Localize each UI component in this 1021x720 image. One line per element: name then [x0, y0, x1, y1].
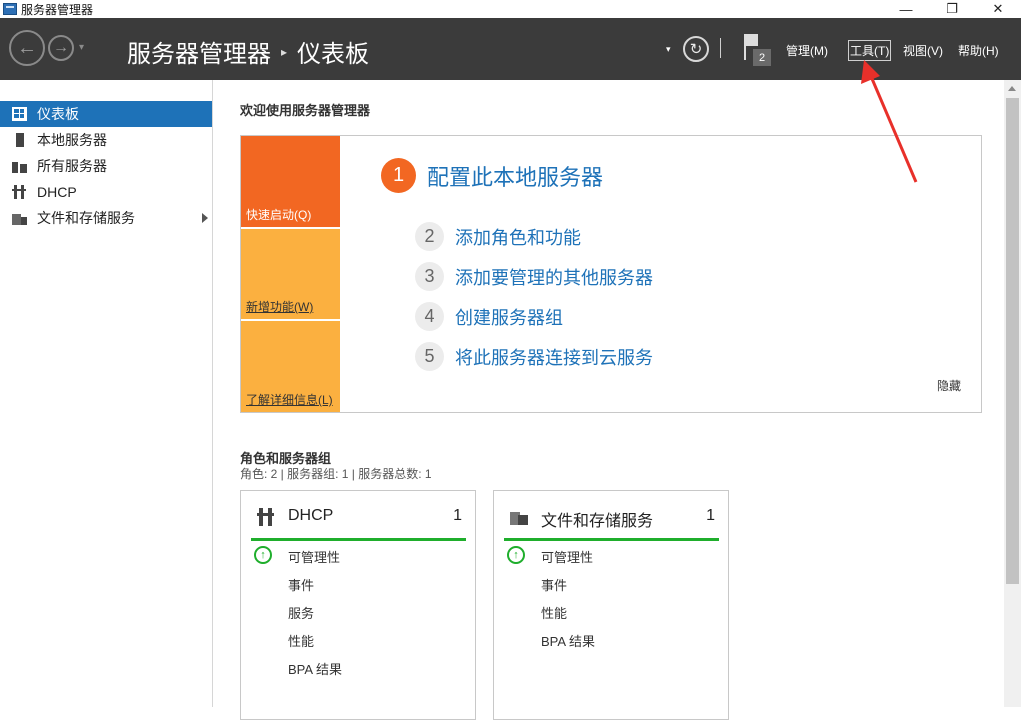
scroll-up-arrow-icon[interactable] [1008, 86, 1016, 91]
sidebar-item-label: 文件和存储服务 [37, 210, 135, 226]
breadcrumb: 服务器管理器 ▸ 仪表板 [127, 34, 369, 69]
annotation-arrow-icon [861, 60, 918, 183]
files-icon [510, 512, 528, 525]
tile-learn-more[interactable]: 了解详细信息(L) [241, 321, 340, 412]
refresh-icon: ↻ [689, 41, 703, 58]
role-card-dhcp[interactable]: DHCP 1 ↑ 可管理性 事件 服务 性能 BPA 结果 [240, 490, 476, 720]
sidebar-item-dhcp[interactable]: DHCP [0, 179, 212, 205]
menu-manage[interactable]: 管理(M) [786, 42, 828, 59]
sidebar-item-file-storage[interactable]: 文件和存储服务 [0, 205, 212, 231]
step-add-servers[interactable]: 3 添加要管理的其他服务器 [415, 262, 653, 291]
roles-summary: 角色: 2 | 服务器组: 1 | 服务器总数: 1 [240, 467, 432, 481]
sidebar-item-label: 仪表板 [37, 106, 79, 122]
card-row-events[interactable]: 事件 [288, 575, 314, 594]
step-number: 4 [415, 302, 444, 331]
step-link[interactable]: 将此服务器连接到云服务 [455, 344, 653, 370]
back-button[interactable]: ← [9, 30, 45, 66]
card-row-services[interactable]: 服务 [288, 603, 314, 622]
tile-label: 了解详细信息(L) [246, 393, 333, 407]
step-link[interactable]: 添加角色和功能 [455, 224, 581, 250]
step-connect-cloud[interactable]: 5 将此服务器连接到云服务 [415, 342, 653, 371]
window-controls: — ❐ ✕ [883, 0, 1021, 18]
header-separator [720, 38, 721, 58]
card-title: 文件和存储服务 [541, 513, 654, 530]
tile-label: 快速启动(Q) [246, 208, 312, 222]
expand-chevron-icon[interactable] [202, 213, 208, 223]
close-button[interactable]: ✕ [975, 0, 1021, 18]
tile-whats-new[interactable]: 新增功能(W) [241, 229, 340, 319]
sidebar-item-local-server[interactable]: 本地服务器 [0, 127, 212, 153]
hide-link[interactable]: 隐藏 [937, 377, 961, 394]
card-header[interactable]: DHCP 1 [251, 503, 466, 541]
breadcrumb-current: 仪表板 [297, 41, 370, 68]
servers-icon [12, 159, 27, 173]
card-row-events[interactable]: 事件 [541, 575, 567, 594]
menu-view[interactable]: 视图(V) [903, 42, 943, 59]
step-add-roles[interactable]: 2 添加角色和功能 [415, 222, 581, 251]
step-link[interactable]: 配置此本地服务器 [427, 160, 603, 192]
role-card-file-storage[interactable]: 文件和存储服务 1 ↑ 可管理性 事件 性能 BPA 结果 [493, 490, 729, 720]
chevron-down-icon[interactable]: ▾ [666, 44, 671, 55]
sidebar-item-dashboard[interactable]: 仪表板 [0, 101, 212, 127]
tile-label: 新增功能(W) [246, 300, 314, 314]
restore-button[interactable]: ❐ [929, 0, 975, 18]
sidebar-item-label: 本地服务器 [37, 132, 107, 148]
step-number: 2 [415, 222, 444, 251]
history-dropdown-icon[interactable]: ▾ [79, 42, 84, 53]
step-number: 1 [381, 158, 416, 193]
server-manager-app-icon [3, 3, 17, 15]
vertical-scrollbar[interactable] [1004, 80, 1021, 707]
card-row-bpa-results[interactable]: BPA 结果 [288, 659, 342, 678]
arrow-left-icon: ← [17, 36, 37, 59]
status-ok-icon: ↑ [507, 546, 525, 564]
step-link[interactable]: 创建服务器组 [455, 304, 563, 330]
menu-tools[interactable]: 工具(T) [847, 40, 892, 61]
card-row-performance[interactable]: 性能 [541, 603, 567, 622]
forward-button[interactable]: → [48, 35, 74, 61]
card-row-manageability[interactable]: 可管理性 [541, 547, 593, 566]
dhcp-icon [257, 508, 274, 526]
step-create-group[interactable]: 4 创建服务器组 [415, 302, 563, 331]
card-row-manageability[interactable]: 可管理性 [288, 547, 340, 566]
dhcp-icon [12, 185, 27, 199]
welcome-title: 欢迎使用服务器管理器 [240, 103, 371, 118]
status-ok-icon: ↑ [254, 546, 272, 564]
sidebar-item-label: 所有服务器 [37, 158, 107, 174]
tile-quick-start[interactable]: 快速启动(Q) [241, 136, 340, 227]
title-bar: 服务器管理器 — ❐ ✕ [0, 0, 1021, 18]
card-count: 1 [706, 507, 715, 524]
chevron-right-icon: ▸ [281, 44, 288, 59]
notification-count-badge: 2 [753, 49, 771, 66]
notifications-button[interactable]: 2 [741, 32, 771, 68]
scrollbar-thumb[interactable] [1006, 98, 1019, 584]
minimize-button[interactable]: — [883, 0, 929, 18]
dashboard-icon [12, 107, 27, 121]
server-icon [16, 133, 24, 147]
card-title: DHCP [288, 507, 334, 524]
menu-help[interactable]: 帮助(H) [958, 42, 999, 59]
sidebar: 仪表板 本地服务器 所有服务器 DHCP 文件和存储服务 [0, 80, 213, 707]
card-count: 1 [453, 507, 462, 524]
files-icon [12, 211, 27, 225]
sidebar-item-all-servers[interactable]: 所有服务器 [0, 153, 212, 179]
arrow-right-icon: → [53, 39, 69, 56]
card-row-bpa-results[interactable]: BPA 结果 [541, 631, 595, 650]
refresh-button[interactable]: ↻ [683, 36, 709, 62]
card-row-performance[interactable]: 性能 [288, 631, 314, 650]
step-number: 3 [415, 262, 444, 291]
step-number: 5 [415, 342, 444, 371]
flag-icon-cloth [746, 34, 758, 46]
window-title: 服务器管理器 [21, 2, 94, 17]
breadcrumb-root[interactable]: 服务器管理器 [127, 34, 271, 69]
sidebar-item-label: DHCP [37, 184, 77, 200]
card-header[interactable]: 文件和存储服务 1 [504, 503, 719, 541]
step-configure-local-server[interactable]: 1 配置此本地服务器 [381, 158, 603, 193]
step-link[interactable]: 添加要管理的其他服务器 [455, 264, 653, 290]
